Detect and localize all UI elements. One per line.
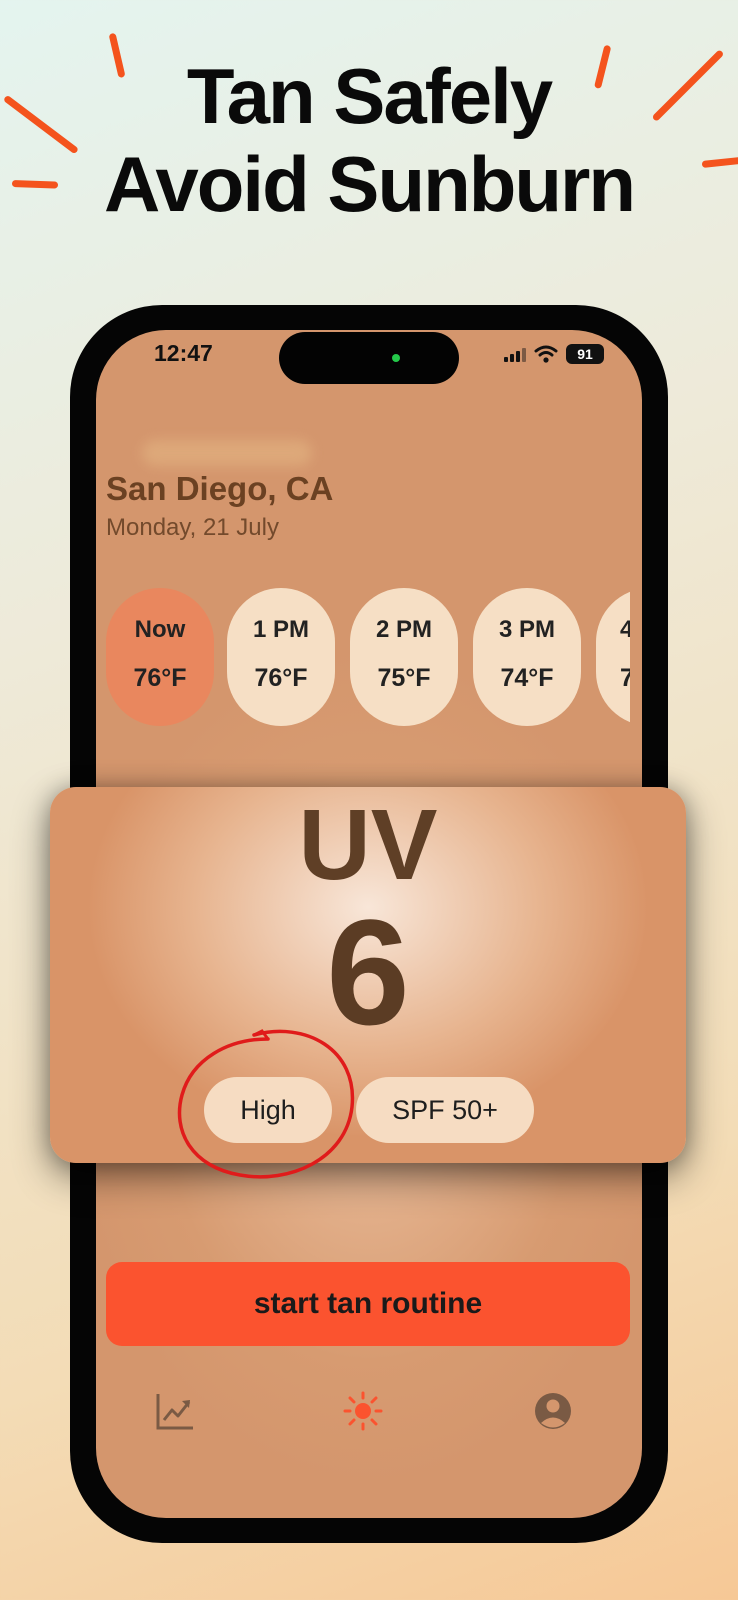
camera-indicator-icon [392,354,400,362]
headline-line-1: Tan Safely [186,52,553,140]
annotation-circle [177,1029,355,1179]
hour-label: 2 PM [375,616,432,643]
blurred-header [142,440,312,466]
battery-icon: 91 [566,344,604,364]
hour-pill-1pm[interactable]: 1 PM 76°F [227,588,335,726]
spf-recommendation-badge: SPF 50+ [356,1077,534,1143]
wifi-icon [534,345,558,363]
location-date: Monday, 21 July [106,514,279,541]
start-tan-routine-button[interactable]: start tan routine [106,1262,630,1346]
status-time: 12:47 [154,340,213,366]
hour-pill-2pm[interactable]: 2 PM 75°F [350,588,458,726]
uv-value: 6 [326,888,410,1056]
hour-temperature: 76°F [254,664,308,692]
hour-temperature: 7 [620,664,630,692]
hour-label: 1 PM [252,616,309,643]
headline: Tan Safely Avoid Sunburn [0,52,738,228]
dynamic-island [279,332,459,384]
hour-pill-now[interactable]: Now 76°F [106,588,214,726]
hourly-forecast[interactable]: Now 76°F 1 PM 76°F 2 PM 75°F 3 PM 74°F 4… [106,588,630,728]
hour-temperature: 76°F [133,664,187,692]
hour-label: 4 [620,616,630,643]
headline-line-2: Avoid Sunburn [103,140,636,228]
hour-pill-3pm[interactable]: 3 PM 74°F [473,588,581,726]
uv-index-card: UV 6 High SPF 50+ [50,787,686,1179]
hour-pill-4pm[interactable]: 4 7 [596,588,630,726]
hour-temperature: 75°F [377,664,431,692]
uv-label: UV [298,789,438,901]
hour-label: Now [134,616,186,643]
location-city: San Diego, CA [106,470,334,507]
hour-label: 3 PM [498,616,555,643]
status-indicators: 91 [504,344,604,364]
profile-icon[interactable] [532,1390,574,1432]
chart-trend-icon[interactable] [154,1390,196,1432]
cellular-signal-icon [504,346,526,362]
sun-icon[interactable] [342,1390,384,1432]
hour-temperature: 74°F [500,664,554,692]
